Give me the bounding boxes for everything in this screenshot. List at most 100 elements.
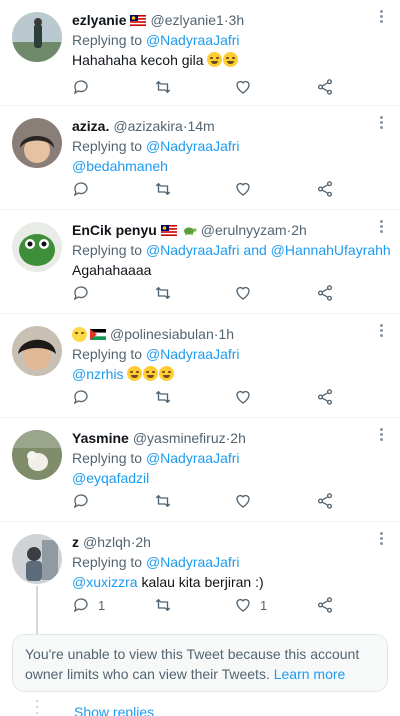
display-name[interactable]: EnCik penyu (72, 220, 157, 240)
malaysia-flag-icon (160, 224, 177, 236)
share-button[interactable] (316, 180, 334, 198)
avatar[interactable] (12, 326, 62, 376)
handle[interactable]: @azizakira (113, 116, 182, 136)
mention-link[interactable]: @NadyraaJafri (146, 450, 240, 466)
retweet-button[interactable] (154, 180, 172, 198)
handle[interactable]: @polinesiabulan (110, 324, 214, 344)
avatar[interactable] (12, 118, 62, 168)
mention-link[interactable]: @xuxizzra (72, 574, 138, 590)
retweet-button[interactable] (154, 596, 172, 614)
tweet[interactable]: aziza. @azizakira · 14m Replying to @Nad… (0, 106, 400, 210)
tweet[interactable]: Yasmine @yasminefiruz · 2h Replying to @… (0, 418, 400, 522)
share-icon (317, 181, 333, 197)
timestamp[interactable]: 2h (230, 428, 246, 448)
handle[interactable]: @ezlyanie1 (150, 10, 223, 30)
reply-button[interactable] (72, 180, 98, 198)
tweet-text: @bedahmaneh (72, 156, 376, 176)
reply-button[interactable] (72, 388, 98, 406)
heart-icon (236, 286, 250, 300)
timestamp[interactable]: 1h (218, 324, 234, 344)
like-button[interactable] (234, 492, 260, 510)
timestamp[interactable]: 2h (135, 532, 151, 552)
reply-button[interactable]: 1 (72, 596, 105, 614)
timestamp[interactable]: 2h (291, 220, 307, 240)
like-button[interactable] (234, 78, 260, 96)
retweet-button[interactable] (154, 388, 172, 406)
display-name[interactable]: z (72, 532, 79, 552)
display-name[interactable]: ezlyanie (72, 10, 126, 30)
share-button[interactable] (316, 492, 334, 510)
retweet-icon (155, 494, 171, 508)
heart-icon (236, 80, 250, 94)
share-icon (317, 597, 333, 613)
share-button[interactable] (316, 78, 334, 96)
tweet[interactable]: @polinesiabulan · 1h Replying to @Nadyra… (0, 314, 400, 418)
replying-to: Replying to @NadyraaJafri (72, 138, 240, 154)
tweet[interactable]: ezlyanie @ezlyanie1 · 3h Replying to @Na… (0, 0, 400, 106)
like-button[interactable] (234, 388, 260, 406)
thread-dot (36, 712, 38, 714)
like-button[interactable] (234, 284, 260, 302)
show-replies-link[interactable]: Show replies (74, 704, 154, 716)
handle[interactable]: @yasminefiruz (133, 428, 226, 448)
share-button[interactable] (316, 596, 334, 614)
mention-link-more[interactable]: and @HannahUfayrahh (240, 242, 390, 258)
avatar[interactable] (12, 430, 62, 480)
more-options-icon[interactable] (380, 324, 384, 338)
retweet-button[interactable] (154, 78, 172, 96)
reply-icon (73, 286, 88, 301)
tweet-text: @xuxizzra kalau kita berjiran :) (72, 574, 264, 590)
more-options-icon[interactable] (380, 532, 384, 546)
reply-button[interactable] (72, 284, 98, 302)
thread-dot (36, 700, 38, 702)
replying-to: Replying to @NadyraaJafri (72, 32, 240, 48)
mention-link[interactable]: @NadyraaJafri (146, 32, 240, 48)
mention-link[interactable]: @NadyraaJafri (146, 346, 240, 362)
joy-emoji-icon (143, 366, 159, 381)
joy-emoji-icon (127, 366, 143, 381)
reply-icon (73, 598, 88, 613)
tweet[interactable]: EnCik penyu @erulnyyzam · 2h Replying to… (0, 210, 400, 314)
avatar[interactable] (12, 12, 62, 62)
replying-to: Replying to @NadyraaJafri and @HannahUfa… (72, 242, 391, 258)
heart-icon (236, 598, 250, 612)
mention-link[interactable]: @NadyraaJafri (146, 554, 240, 570)
reply-icon (73, 80, 88, 95)
mention-link[interactable]: @nzrhis (72, 366, 124, 382)
handle[interactable]: @erulnyyzam (201, 220, 287, 240)
replying-to: Replying to @NadyraaJafri (72, 346, 240, 362)
more-options-icon[interactable] (380, 116, 384, 130)
like-button[interactable] (234, 180, 260, 198)
reply-button[interactable] (72, 492, 98, 510)
retweet-icon (155, 598, 171, 612)
more-options-icon[interactable] (380, 428, 384, 442)
timestamp[interactable]: 3h (229, 10, 245, 30)
more-options-icon[interactable] (380, 220, 384, 234)
reply-icon (73, 494, 88, 509)
mention-link[interactable]: @NadyraaJafri (146, 138, 240, 154)
retweet-button[interactable] (154, 284, 172, 302)
mention-link[interactable]: @eyqafadzil (72, 470, 149, 486)
more-options-icon[interactable] (380, 10, 384, 24)
learn-more-link[interactable]: Learn more (274, 666, 346, 682)
share-button[interactable] (316, 284, 334, 302)
avatar[interactable] (12, 222, 62, 272)
share-icon (317, 285, 333, 301)
handle[interactable]: @hzlqh (83, 532, 131, 552)
avatar[interactable] (12, 534, 62, 584)
reply-button[interactable] (72, 78, 98, 96)
retweet-icon (155, 80, 171, 94)
display-name[interactable]: aziza. (72, 116, 109, 136)
retweet-button[interactable] (154, 492, 172, 510)
like-button[interactable]: 1 (234, 596, 267, 614)
mention-link[interactable]: @bedahmaneh (72, 158, 168, 174)
share-button[interactable] (316, 388, 334, 406)
timestamp[interactable]: 14m (187, 116, 214, 136)
display-name[interactable]: Yasmine (72, 428, 129, 448)
share-icon (317, 493, 333, 509)
palestine-flag-icon (90, 328, 106, 340)
moon-emoji-icon (72, 326, 87, 342)
mention-link[interactable]: @NadyraaJafri (146, 242, 240, 258)
heart-icon (236, 390, 250, 404)
joy-emoji-icon (159, 366, 175, 381)
